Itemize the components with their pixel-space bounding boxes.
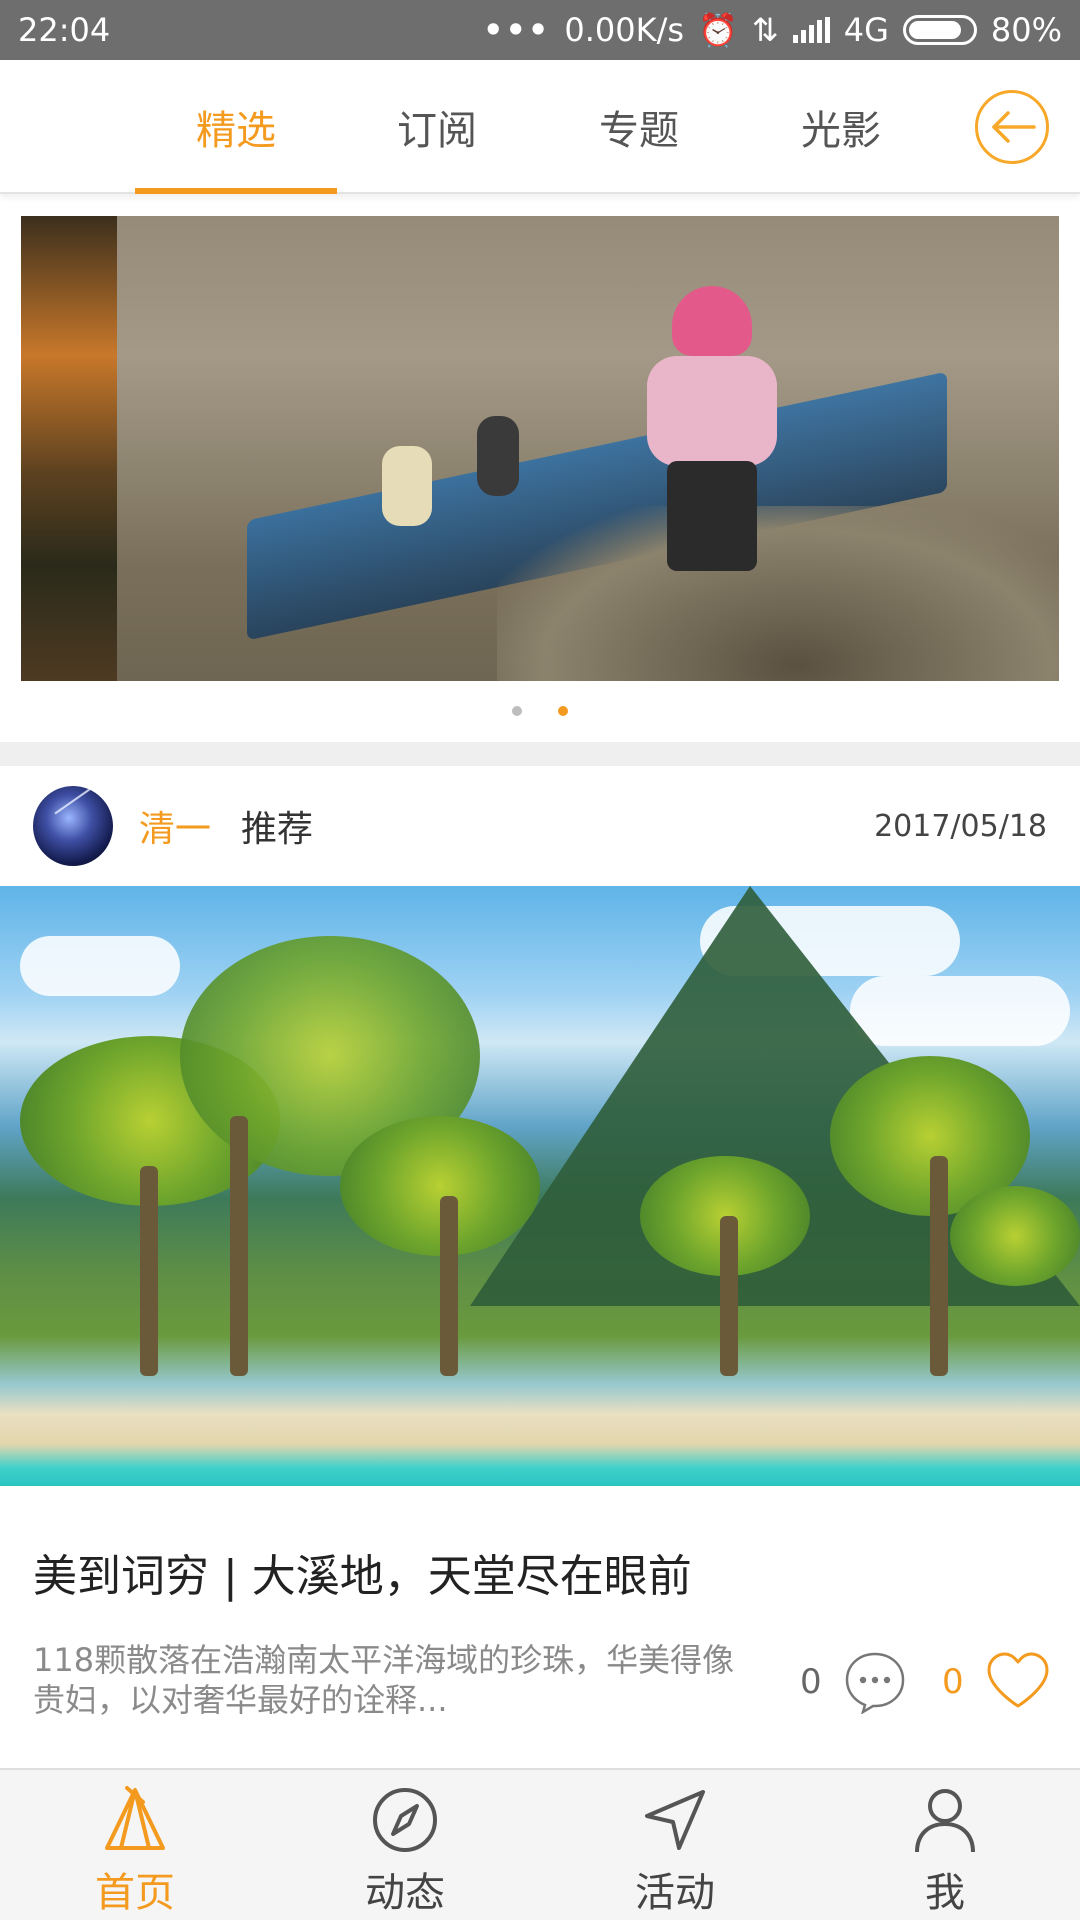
battery-icon xyxy=(902,15,977,45)
tab-light-shadow[interactable]: 光影 xyxy=(741,60,941,194)
carousel-dot-active[interactable] xyxy=(558,706,568,716)
banner-prev-slide-image xyxy=(21,216,117,681)
nav-feed-label: 动态 xyxy=(365,1870,445,1916)
nav-home-label: 首页 xyxy=(95,1870,175,1916)
send-arrow-icon xyxy=(645,1790,705,1850)
signal-icon xyxy=(792,17,830,43)
nav-me-label: 我 xyxy=(925,1870,965,1916)
carousel-dot[interactable] xyxy=(512,706,522,716)
post-title[interactable]: 美到词穷 | 大溪地，天堂尽在眼前 xyxy=(33,1540,692,1604)
post-header: 清一 推荐 2017/05/18 xyxy=(0,766,1080,886)
climber-figure xyxy=(637,286,777,586)
like-count: 0 xyxy=(942,1662,964,1702)
nav-events-label: 活动 xyxy=(635,1870,715,1916)
comment-count: 0 xyxy=(800,1662,822,1702)
post-date: 2017/05/18 xyxy=(874,808,1047,844)
nav-home[interactable]: 首页 xyxy=(0,1770,270,1920)
back-button[interactable] xyxy=(975,90,1049,164)
user-icon xyxy=(915,1789,975,1853)
status-time: 22:04 xyxy=(18,11,111,49)
net-speed: 0.00K/s xyxy=(564,11,685,49)
network-type: 4G xyxy=(843,11,889,49)
active-tab-indicator xyxy=(135,188,337,194)
tab-topics[interactable]: 专题 xyxy=(539,60,739,194)
compass-icon xyxy=(373,1788,437,1852)
status-icons: ••• 0.00K/s ⏰ ⇅ 4G 80% xyxy=(483,11,1062,49)
nav-feed[interactable]: 动态 xyxy=(270,1770,540,1920)
avatar[interactable] xyxy=(33,786,113,866)
battery-percent: 80% xyxy=(990,11,1062,49)
banner-carousel[interactable] xyxy=(21,216,1059,681)
top-tab-bar: 精选 订阅 专题 光影 xyxy=(0,60,1080,194)
post-excerpt[interactable]: 118颗散落在浩瀚南太平洋海域的珍珠，华美得像贵妇，以对奢华最好的诠释... xyxy=(33,1640,753,1720)
bottom-nav: 首页 动态 活动 我 xyxy=(0,1768,1080,1920)
more-dots-icon: ••• xyxy=(483,11,551,49)
section-divider xyxy=(0,742,1080,766)
heart-icon[interactable] xyxy=(985,1650,1051,1710)
post-tag: 推荐 xyxy=(241,809,314,850)
tent-icon xyxy=(105,1786,165,1850)
author-name[interactable]: 清一 xyxy=(139,800,211,852)
status-bar: 22:04 ••• 0.00K/s ⏰ ⇅ 4G 80% xyxy=(0,0,1080,60)
post-cover-image[interactable] xyxy=(0,886,1080,1486)
banner-slide-image[interactable] xyxy=(117,216,1059,681)
arrow-left-icon xyxy=(992,111,1036,143)
alarm-icon: ⏰ xyxy=(698,11,738,49)
data-transfer-icon: ⇅ xyxy=(751,11,779,49)
nav-events[interactable]: 活动 xyxy=(540,1770,810,1920)
tab-featured[interactable]: 精选 xyxy=(136,60,336,194)
carousel-indicator xyxy=(0,706,1080,716)
nav-me[interactable]: 我 xyxy=(810,1770,1080,1920)
tab-subscribe[interactable]: 订阅 xyxy=(337,60,537,194)
comment-icon[interactable] xyxy=(843,1650,907,1714)
